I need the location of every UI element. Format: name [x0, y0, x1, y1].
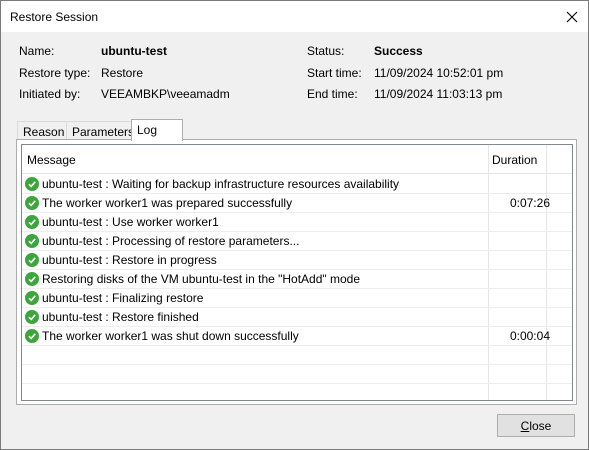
success-check-icon: [25, 310, 39, 324]
end-time-label: End time:: [307, 87, 358, 101]
success-check-icon: [25, 177, 39, 191]
success-check-icon: [25, 234, 39, 248]
start-time-label: Start time:: [307, 66, 362, 80]
log-row[interactable]: Restoring disks of the VM ubuntu-test in…: [22, 270, 572, 289]
log-row[interactable]: The worker worker1 was prepared successf…: [22, 194, 572, 213]
log-row[interactable]: ubuntu-test : Use worker worker1: [22, 213, 572, 232]
close-icon: [566, 11, 578, 22]
log-row[interactable]: ubuntu-test : Finalizing restore: [22, 289, 572, 308]
log-row[interactable]: ubuntu-test : Restore finished: [22, 308, 572, 327]
initiated-by-label: Initiated by:: [19, 87, 81, 101]
window-title: Restore Session: [10, 10, 99, 24]
restore-type-label: Restore type:: [19, 66, 91, 80]
start-time-value: 11/09/2024 10:52:01 pm: [374, 66, 504, 80]
log-message: ubuntu-test : Restore in progress: [42, 253, 217, 267]
window-close-button[interactable]: [556, 1, 588, 32]
log-row[interactable]: The worker worker1 was shut down success…: [22, 327, 572, 346]
log-message: ubuntu-test : Use worker worker1: [42, 215, 219, 229]
duration-column-header[interactable]: Duration: [492, 153, 537, 167]
log-message: ubuntu-test : Processing of restore para…: [42, 234, 300, 248]
message-column-header[interactable]: Message: [27, 153, 76, 167]
empty-row: [22, 346, 572, 365]
log-message: The worker worker1 was prepared successf…: [42, 196, 293, 210]
tab-parameters[interactable]: Parameters: [66, 121, 134, 140]
empty-row: [22, 365, 572, 384]
status-value: Success: [374, 44, 423, 58]
restore-type-value: Restore: [101, 66, 144, 80]
log-message: ubuntu-test : Waiting for backup infrast…: [42, 177, 400, 191]
tab-log[interactable]: Log: [131, 119, 183, 141]
log-row[interactable]: ubuntu-test : Waiting for backup infrast…: [22, 175, 572, 194]
log-message: The worker worker1 was shut down success…: [42, 329, 299, 343]
success-check-icon: [25, 196, 39, 210]
title-bar: Restore Session: [1, 1, 588, 32]
empty-row: [22, 384, 572, 400]
name-value: ubuntu-test: [101, 44, 167, 58]
close-button-label: lose: [529, 418, 552, 433]
log-table-header: Message Duration: [22, 145, 572, 174]
name-label: Name:: [19, 44, 55, 58]
success-check-icon: [25, 253, 39, 267]
log-duration: 0:07:26: [509, 196, 550, 210]
log-row[interactable]: ubuntu-test : Restore in progress: [22, 251, 572, 270]
success-check-icon: [25, 329, 39, 343]
close-button[interactable]: Close: [497, 414, 575, 437]
close-button-accelerator: C: [520, 418, 530, 433]
restore-session-dialog: Restore Session Name: ubuntu-test Restor…: [0, 0, 589, 450]
log-table[interactable]: Message Duration ubuntu-test : Waiting f…: [21, 144, 573, 401]
tab-reason[interactable]: Reason: [17, 121, 67, 140]
log-duration: 0:00:04: [509, 329, 550, 343]
initiated-by-value: VEEAMBKP\veeamadm: [101, 87, 230, 101]
status-label: Status:: [307, 44, 345, 58]
log-message: Restoring disks of the VM ubuntu-test in…: [42, 272, 361, 286]
log-message: ubuntu-test : Restore finished: [42, 310, 199, 324]
log-panel: Message Duration ubuntu-test : Waiting f…: [16, 139, 577, 405]
end-time-value: 11/09/2024 11:03:13 pm: [374, 87, 503, 101]
success-check-icon: [25, 291, 39, 305]
success-check-icon: [25, 215, 39, 229]
success-check-icon: [25, 272, 39, 286]
log-message: ubuntu-test : Finalizing restore: [42, 291, 204, 305]
log-row[interactable]: ubuntu-test : Processing of restore para…: [22, 232, 572, 251]
